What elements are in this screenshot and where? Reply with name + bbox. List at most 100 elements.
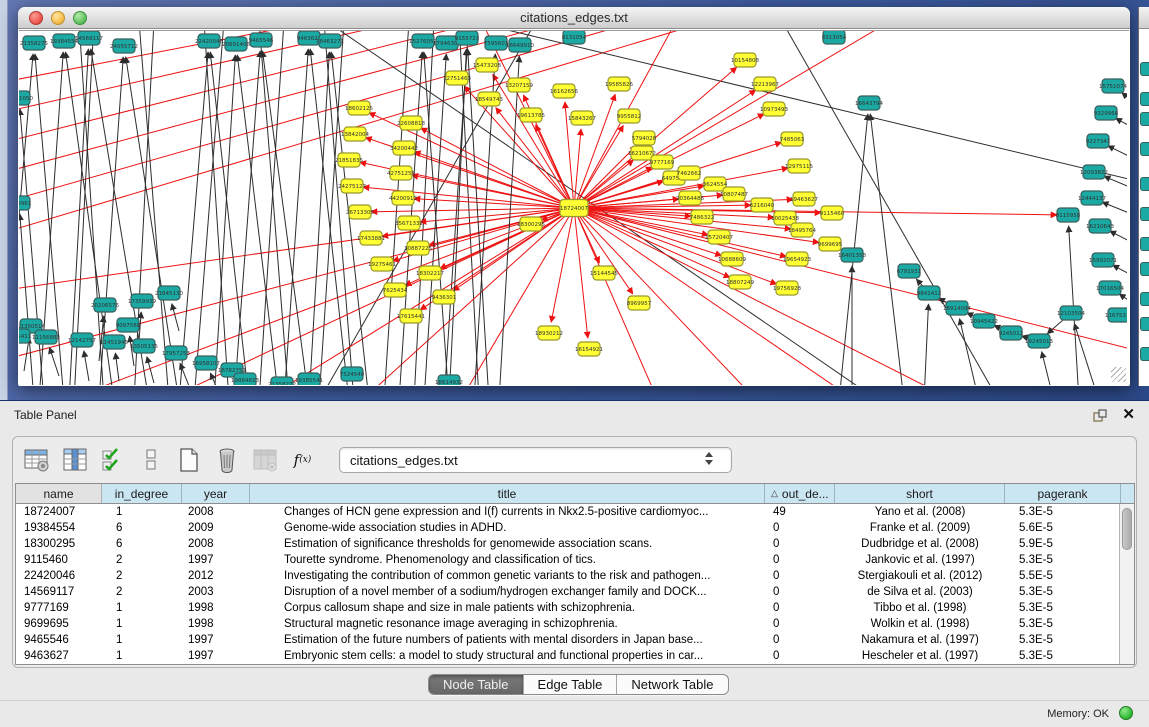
table-cell[interactable]: 0 — [765, 536, 835, 552]
table-cell[interactable]: 2012 — [182, 568, 250, 584]
graph-node[interactable]: 12103504 — [1057, 306, 1085, 320]
graph-node[interactable]: 20206576 — [91, 298, 119, 312]
table-settings-icon[interactable] — [23, 447, 50, 474]
table-cell[interactable]: 2 — [102, 584, 182, 600]
column-header-short[interactable]: short — [835, 484, 1005, 503]
graph-node[interactable]: 12142757 — [68, 333, 96, 347]
table-cell[interactable]: 5.3E-5 — [1005, 584, 1121, 600]
graph-node[interactable]: 12213967 — [751, 77, 779, 91]
table-cell[interactable]: 9115460 — [16, 552, 102, 568]
graph-node[interactable]: 18549743 — [475, 92, 503, 106]
delete-table-icon[interactable] — [213, 447, 240, 474]
table-row[interactable]: 2242004622012Investigating the contribut… — [16, 568, 1134, 584]
graph-node[interactable]: 20364486 — [676, 191, 704, 205]
graph-node[interactable]: 9227341 — [1086, 134, 1111, 148]
graph-node[interactable]: 10807487 — [720, 187, 748, 201]
table-cell[interactable]: Franke et al. (2009) — [835, 520, 1005, 536]
graph-node[interactable]: 8131054 — [562, 31, 587, 44]
graph-node[interactable]: 18302217 — [416, 266, 444, 280]
table-cell[interactable]: 2003 — [182, 584, 250, 600]
table-cell[interactable]: 2008 — [182, 504, 250, 520]
table-row[interactable]: 1872400712008Changes of HCN gene express… — [16, 504, 1134, 520]
table-cell[interactable]: 0 — [765, 552, 835, 568]
graph-node[interactable]: 18724007 — [560, 200, 588, 217]
table-cell[interactable]: 0 — [765, 648, 835, 664]
graph-node[interactable]: 19613785 — [517, 108, 545, 122]
table-cell[interactable]: Tibbo et al. (1998) — [835, 600, 1005, 616]
graph-node[interactable]: 7462662 — [677, 166, 702, 180]
table-cell[interactable]: 5.5E-5 — [1005, 568, 1121, 584]
table-cell[interactable]: 1998 — [182, 616, 250, 632]
graph-node[interactable]: 9155723 — [455, 31, 480, 45]
table-cell[interactable]: Dudbridge et al. (2008) — [835, 536, 1005, 552]
table-cell[interactable]: 1 — [102, 648, 182, 664]
graph-node[interactable]: 19756928 — [773, 281, 801, 295]
graph-node[interactable]: 19654923 — [783, 252, 811, 266]
table-cell[interactable]: 0 — [765, 520, 835, 536]
graph-node[interactable]: 24275127 — [338, 179, 366, 193]
graph-node[interactable]: 15473208 — [473, 58, 501, 72]
table-cell[interactable]: Estimation of the future numbers of pati… — [250, 632, 765, 648]
column-header-title[interactable]: title — [250, 484, 765, 503]
graph-node[interactable]: 9097588 — [116, 318, 141, 332]
graph-node[interactable]: 9329966 — [1094, 106, 1119, 120]
table-cell[interactable]: 0 — [765, 568, 835, 584]
table-cell[interactable]: 5.3E-5 — [1005, 504, 1121, 520]
float-panel-icon[interactable] — [1093, 409, 1107, 423]
table-cell[interactable]: 1997 — [182, 632, 250, 648]
graph-node[interactable]: 8115958 — [1056, 208, 1081, 222]
graph-node[interactable]: 17615441 — [397, 309, 425, 323]
graph-node[interactable]: 14569117 — [75, 31, 103, 45]
function-builder-icon[interactable]: f(x) — [289, 447, 316, 474]
graph-node[interactable]: 9115460 — [820, 206, 845, 220]
graph-node[interactable]: 9955812 — [617, 109, 642, 123]
table-cell[interactable]: 6 — [102, 520, 182, 536]
graph-node[interactable]: 9245012 — [999, 326, 1024, 340]
table-cell[interactable]: 0 — [765, 600, 835, 616]
table-cell[interactable]: 2008 — [182, 536, 250, 552]
deselect-rows-icon[interactable] — [137, 447, 164, 474]
tab-edge-table[interactable]: Edge Table — [524, 675, 618, 694]
network-canvas[interactable]: 1872400718300295186021251384200421851835… — [19, 30, 1129, 385]
graph-node[interactable]: 15751074 — [1099, 79, 1127, 93]
graph-node[interactable]: 7486322 — [690, 210, 715, 224]
column-header-out_de[interactable]: △out_de... — [765, 484, 835, 503]
graph-node[interactable]: 22608818 — [397, 116, 425, 130]
table-cell[interactable]: 6 — [102, 536, 182, 552]
table-cell[interactable]: Tourette syndrome. Phenomenology and cla… — [250, 552, 765, 568]
tab-network-table[interactable]: Network Table — [617, 675, 727, 694]
table-cell[interactable]: Corpus callosum shape and size in male p… — [250, 600, 765, 616]
table-cell[interactable]: 2 — [102, 568, 182, 584]
graph-node[interactable]: 11156883 — [32, 330, 60, 344]
table-cell[interactable]: 9699695 — [16, 616, 102, 632]
graph-node[interactable]: 17957253 — [162, 346, 190, 360]
graph-node[interactable]: 12444137 — [1078, 191, 1106, 205]
table-cell[interactable]: 9465546 — [16, 632, 102, 648]
table-cell[interactable]: 5.3E-5 — [1005, 616, 1121, 632]
graph-node[interactable]: 19275461 — [368, 257, 396, 271]
graph-node[interactable]: 9465546 — [249, 33, 274, 47]
graph-node[interactable]: 16210643 — [1086, 219, 1114, 233]
table-cell[interactable]: Nakamura et al. (1997) — [835, 632, 1005, 648]
table-cell[interactable]: 2 — [102, 552, 182, 568]
graph-node[interactable]: 16162656 — [550, 84, 578, 98]
graph-node[interactable]: 18495764 — [788, 223, 816, 237]
table-cell[interactable]: 0 — [765, 584, 835, 600]
graph-node[interactable]: 18807249 — [726, 275, 754, 289]
table-cell[interactable]: 9463627 — [16, 648, 102, 664]
graph-node[interactable]: 7625434 — [383, 283, 408, 297]
table-cell[interactable]: 2009 — [182, 520, 250, 536]
graph-node[interactable]: 12751463 — [443, 71, 471, 85]
table-cell[interactable]: 1997 — [182, 552, 250, 568]
table-cell[interactable]: 5.3E-5 — [1005, 552, 1121, 568]
column-header-pagerank[interactable]: pagerank — [1005, 484, 1121, 503]
table-row[interactable]: 1938455462009Genome-wide association stu… — [16, 520, 1134, 536]
table-cell[interactable]: Yano et al. (2008) — [835, 504, 1005, 520]
table-cell[interactable]: 1 — [102, 600, 182, 616]
table-cell[interactable]: 18300295 — [16, 536, 102, 552]
graph-node[interactable]: 34200442 — [390, 141, 418, 155]
scrollbar-thumb[interactable] — [1122, 508, 1132, 550]
background-network-window-partial[interactable] — [1138, 7, 1149, 386]
graph-node[interactable]: 7524540 — [340, 367, 365, 381]
graph-node[interactable]: 19463627 — [790, 192, 818, 206]
